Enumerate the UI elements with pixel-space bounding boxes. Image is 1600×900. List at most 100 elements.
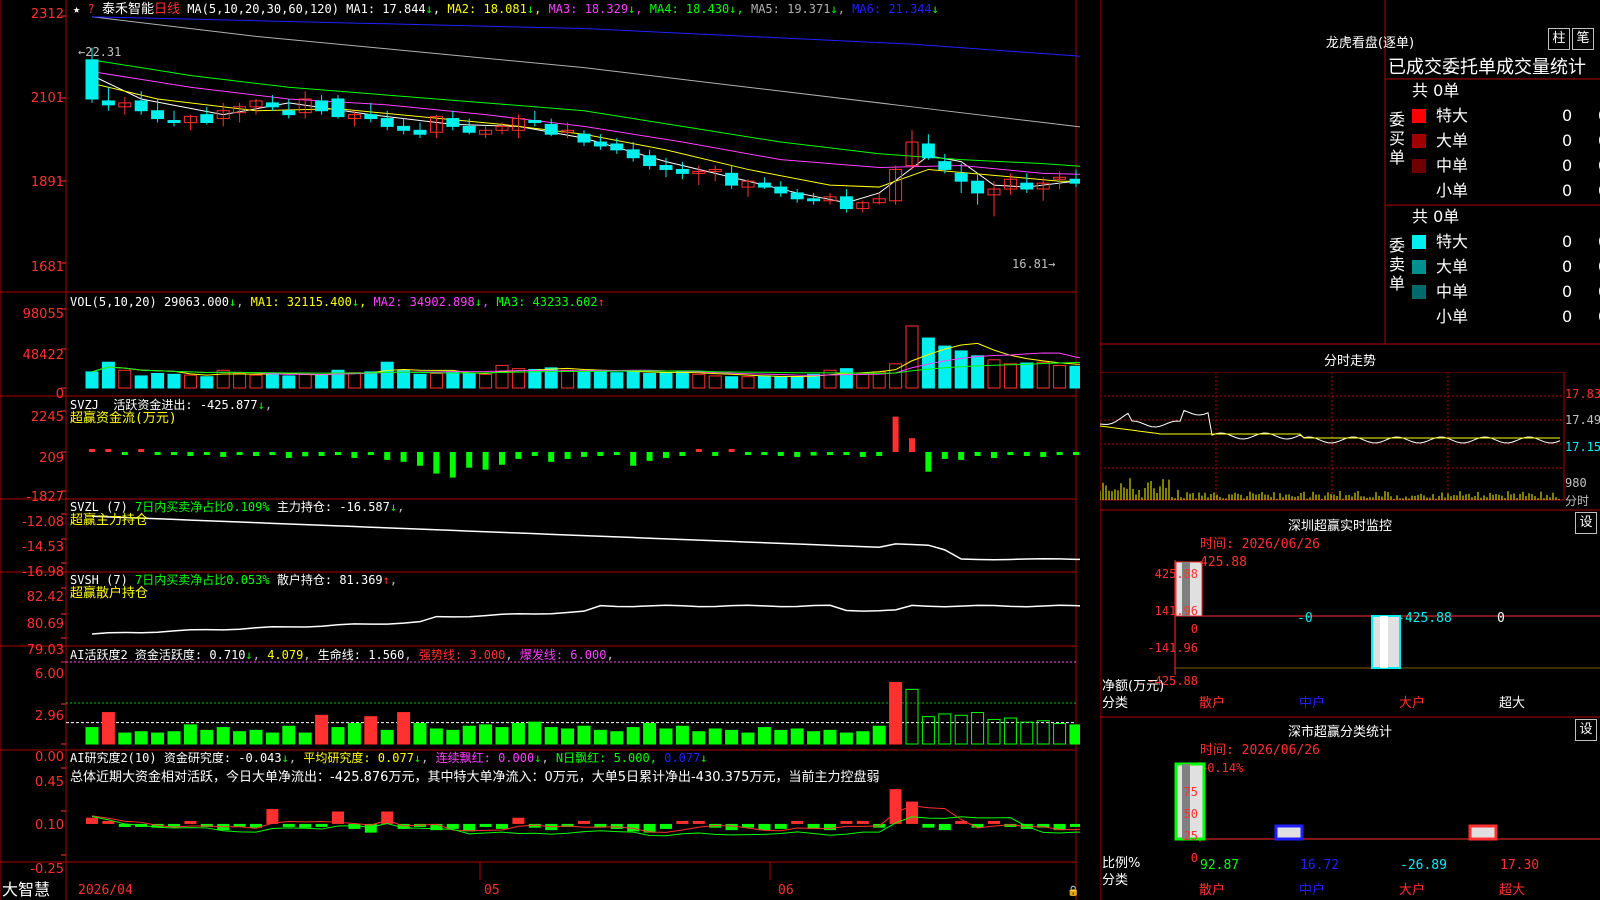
flow-bar xyxy=(647,452,653,461)
low-marker: 16.81→ xyxy=(1012,257,1055,271)
candle xyxy=(201,115,213,123)
flow-bar xyxy=(89,449,95,452)
high-marker: ←22.31 xyxy=(78,45,121,59)
active-bar xyxy=(217,728,229,744)
research-tick: 0.45 xyxy=(2,775,64,790)
ma5-line xyxy=(92,17,1080,140)
active-bar xyxy=(644,724,656,745)
candle xyxy=(578,134,590,142)
lock-icon[interactable]: 🔒 xyxy=(1067,885,1079,899)
question-icon[interactable]: ? xyxy=(87,2,94,16)
active-bar xyxy=(496,728,508,744)
flow-bar xyxy=(876,452,882,456)
active-bar xyxy=(102,713,114,744)
volume-bar xyxy=(857,373,869,388)
svzl-tick: -12.08 xyxy=(2,515,64,530)
flow-bar xyxy=(778,452,784,456)
lhb-title: 龙虎看盘(逐单) xyxy=(1270,32,1470,51)
sz-value: 0 xyxy=(1497,612,1505,626)
flow-bar xyxy=(1040,452,1046,457)
retail-line xyxy=(92,605,1080,634)
active-bar xyxy=(660,729,672,744)
active-bar xyxy=(512,724,524,745)
volume-bar xyxy=(152,373,164,388)
intraday-chart[interactable] xyxy=(1100,372,1570,510)
volume-bar xyxy=(840,369,852,388)
date-label: 05 xyxy=(484,884,500,898)
svzj-subtitle: 超赢资金流(万元) xyxy=(70,412,177,426)
research-bar xyxy=(890,789,902,824)
flow-bar xyxy=(433,452,439,474)
active-bar xyxy=(381,730,393,744)
ma-label: MA(5,10,20,30,60,120) xyxy=(187,2,339,16)
research-bar xyxy=(283,824,295,827)
color-swatch xyxy=(1412,235,1426,249)
stock-name[interactable]: 泰禾智能 xyxy=(102,2,154,17)
volume-bar xyxy=(693,374,705,388)
volume-bar xyxy=(430,373,442,388)
research-bar xyxy=(676,821,688,824)
flow-bar xyxy=(302,452,308,456)
active-bar xyxy=(299,733,311,744)
period-label[interactable]: 日线 xyxy=(154,2,180,17)
candle xyxy=(660,166,672,170)
flow-bar xyxy=(1024,452,1030,456)
volume-bar xyxy=(201,377,213,388)
research-bar xyxy=(906,802,918,824)
main-chart-canvas[interactable] xyxy=(0,0,1080,900)
intraday-tick: 17.15 xyxy=(1565,440,1600,454)
volume-bar xyxy=(1070,366,1080,388)
volume-bar xyxy=(906,326,918,388)
active-bar xyxy=(480,725,492,744)
flow-bar xyxy=(893,417,899,452)
class-axis-label: 分类 xyxy=(1102,874,1128,888)
class-bar-retail-shade xyxy=(1182,764,1190,839)
research-bar xyxy=(840,821,852,824)
candle xyxy=(463,126,475,132)
active-bar xyxy=(135,732,147,744)
research-bar xyxy=(857,821,869,824)
flow-bar xyxy=(499,452,505,465)
category-label: 超大 xyxy=(1499,884,1525,898)
volume-bar xyxy=(1021,363,1033,388)
active-bar xyxy=(168,732,180,744)
ma4-line xyxy=(92,60,1080,177)
category-label: 中户 xyxy=(1299,884,1325,898)
intraday-tick: 980 xyxy=(1565,476,1587,490)
flow-bar xyxy=(679,452,685,456)
candle xyxy=(316,101,328,111)
class-y-tick: 50 xyxy=(1160,807,1198,821)
research-bar xyxy=(578,821,590,824)
volume-bar xyxy=(512,369,524,388)
flow-bar xyxy=(909,438,915,452)
active-bar xyxy=(266,733,278,744)
bar-mode-button[interactable]: 柱 xyxy=(1548,28,1570,50)
candle xyxy=(332,99,344,117)
svzj-tick: 209 xyxy=(2,451,64,466)
candle xyxy=(152,111,164,119)
research-bar xyxy=(480,824,492,827)
active-bar xyxy=(529,722,541,744)
color-swatch xyxy=(1412,134,1426,148)
active-bar xyxy=(348,724,360,745)
volume-bar xyxy=(955,351,967,388)
svzl-tick: -16.98 xyxy=(2,565,64,580)
star-icon[interactable]: ★ xyxy=(73,2,80,16)
volume-bar xyxy=(791,377,803,388)
active-bar xyxy=(234,732,246,744)
candle xyxy=(726,173,738,185)
date-label: 2026/04 xyxy=(78,884,133,898)
active-bar xyxy=(808,732,820,744)
flow-bar xyxy=(991,452,997,458)
sz-value: -0 xyxy=(1297,612,1313,626)
candle xyxy=(594,142,606,146)
active-bar xyxy=(693,732,705,744)
active-bar xyxy=(152,733,164,744)
active-bar xyxy=(775,730,787,744)
sz-y-tick: -141.96 xyxy=(1128,641,1198,655)
candle xyxy=(955,173,967,181)
sz-y-tick: 141.96 xyxy=(1128,604,1198,618)
sz-value: -425.88 xyxy=(1397,612,1452,626)
volume-bar xyxy=(86,372,98,388)
tick-mode-button[interactable]: 笔 xyxy=(1572,28,1594,50)
